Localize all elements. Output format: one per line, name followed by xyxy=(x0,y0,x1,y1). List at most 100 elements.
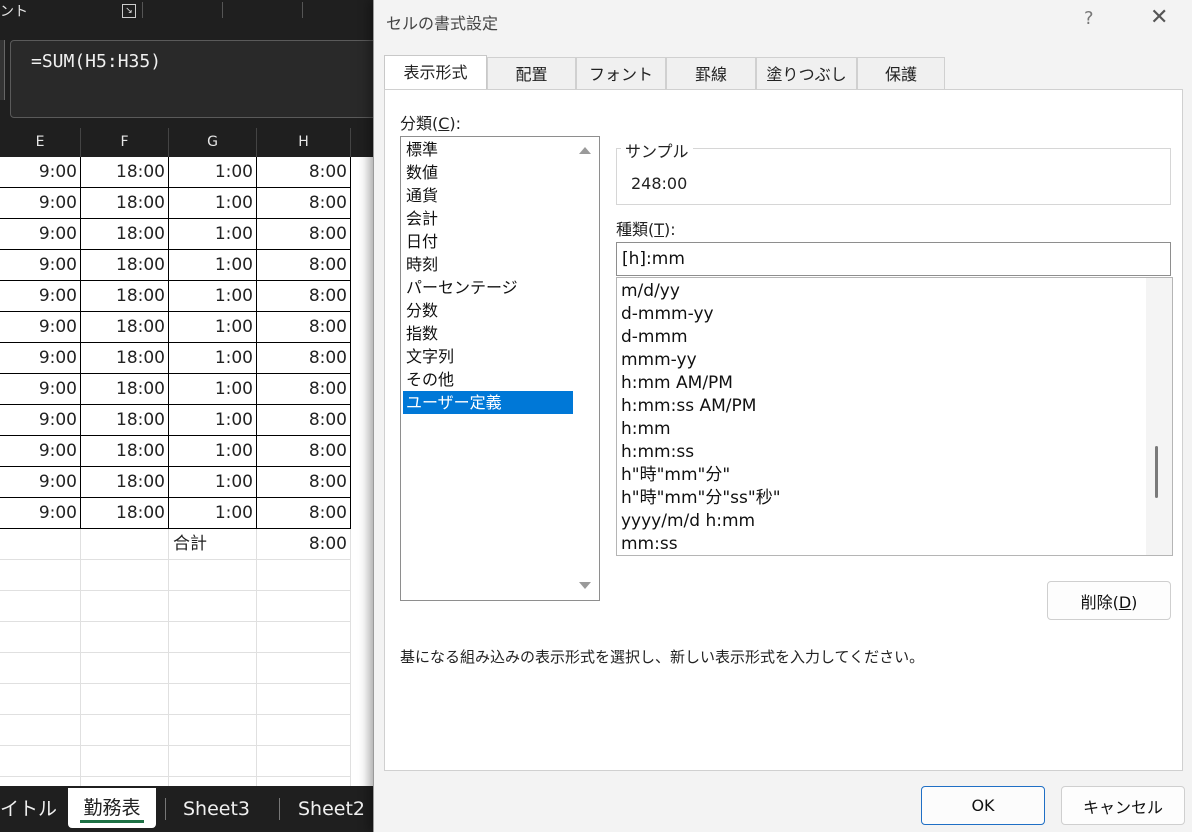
cell[interactable] xyxy=(81,715,169,746)
scroll-down-icon[interactable] xyxy=(579,582,591,589)
column-header-h[interactable]: H xyxy=(257,128,351,157)
cell[interactable] xyxy=(81,560,169,591)
cell[interactable]: 18:00 xyxy=(81,281,169,312)
category-item[interactable]: 数値 xyxy=(403,161,573,184)
cancel-button[interactable]: キャンセル xyxy=(1061,786,1185,825)
scrollbar-thumb[interactable] xyxy=(1155,446,1158,498)
cell[interactable]: 1:00 xyxy=(169,436,257,467)
cell[interactable]: 1:00 xyxy=(169,374,257,405)
format-code-item[interactable]: m/d/yy xyxy=(621,280,680,303)
close-icon[interactable]: ✕ xyxy=(1150,5,1168,30)
category-item[interactable]: 時刻 xyxy=(403,253,573,276)
cell[interactable]: 8:00 xyxy=(257,281,351,312)
cell[interactable]: 1:00 xyxy=(169,157,257,188)
cell[interactable]: 18:00 xyxy=(81,405,169,436)
format-code-item[interactable]: h"時"mm"分"ss"秒" xyxy=(621,487,781,510)
cell[interactable]: 9:00 xyxy=(0,436,81,467)
scroll-up-icon[interactable] xyxy=(579,147,591,154)
cell[interactable] xyxy=(81,746,169,777)
category-item[interactable]: その他 xyxy=(403,368,573,391)
cell[interactable] xyxy=(81,529,169,560)
cell[interactable]: 18:00 xyxy=(81,498,169,529)
cell[interactable]: 8:00 xyxy=(257,312,351,343)
cell[interactable]: 1:00 xyxy=(169,312,257,343)
format-code-item[interactable]: d-mmm-yy xyxy=(621,303,714,326)
cell[interactable]: 8:00 xyxy=(257,343,351,374)
cell[interactable]: 8:00 xyxy=(257,467,351,498)
cell[interactable] xyxy=(0,591,81,622)
category-item[interactable]: ユーザー定義 xyxy=(403,391,573,414)
sheet-tab-sheet2[interactable]: Sheet2 xyxy=(298,786,375,832)
cell[interactable] xyxy=(169,560,257,591)
cell[interactable]: 9:00 xyxy=(0,467,81,498)
cell[interactable] xyxy=(169,684,257,715)
formula-bar[interactable]: =SUM(H5:H35) xyxy=(10,40,375,118)
cell[interactable]: 8:00 xyxy=(257,188,351,219)
cell[interactable] xyxy=(169,653,257,684)
cell[interactable] xyxy=(169,622,257,653)
cell[interactable]: 8:00 xyxy=(257,374,351,405)
tab-number[interactable]: 表示形式 xyxy=(384,55,487,91)
cell[interactable]: 8:00 xyxy=(257,219,351,250)
format-code-item[interactable]: mmm-yy xyxy=(621,349,697,372)
cell[interactable]: 18:00 xyxy=(81,467,169,498)
sheet-tab-sheet3[interactable]: Sheet3 xyxy=(183,786,263,832)
total-label-cell[interactable]: 合計 xyxy=(169,529,257,560)
cell[interactable] xyxy=(169,746,257,777)
cell[interactable] xyxy=(169,591,257,622)
cell[interactable]: 18:00 xyxy=(81,343,169,374)
cell[interactable] xyxy=(0,622,81,653)
category-list[interactable]: 標準 数値 通貨 会計 日付 時刻 パーセンテージ 分数 指数 文字列 その他 ユーザー定義 xyxy=(400,136,600,601)
cell[interactable]: 18:00 xyxy=(81,436,169,467)
cell[interactable]: 18:00 xyxy=(81,219,169,250)
cell[interactable]: 8:00 xyxy=(257,157,351,188)
cell[interactable]: 8:00 xyxy=(257,436,351,467)
cell[interactable] xyxy=(0,560,81,591)
category-item[interactable]: 会計 xyxy=(403,207,573,230)
cell[interactable] xyxy=(257,684,351,715)
cell[interactable]: 9:00 xyxy=(0,281,81,312)
cell[interactable] xyxy=(257,653,351,684)
cell[interactable] xyxy=(81,684,169,715)
column-header-f[interactable]: F xyxy=(81,128,169,157)
tab-border[interactable]: 罫線 xyxy=(666,57,756,90)
sheet-tab-title[interactable]: イトル xyxy=(0,786,62,832)
cell[interactable] xyxy=(0,653,81,684)
cell[interactable]: 18:00 xyxy=(81,188,169,219)
cell[interactable] xyxy=(169,715,257,746)
cell[interactable] xyxy=(257,591,351,622)
format-list-scrollbar[interactable] xyxy=(1146,278,1172,555)
tab-alignment[interactable]: 配置 xyxy=(487,57,576,90)
format-code-item[interactable]: h:mm AM/PM xyxy=(621,372,733,395)
category-item[interactable]: 通貨 xyxy=(403,184,573,207)
cell[interactable] xyxy=(0,529,81,560)
format-code-list[interactable]: m/d/yy d-mmm-yy d-mmm mmm-yy h:mm AM/PM h:mm:… xyxy=(616,277,1173,556)
format-code-item[interactable]: d-mmm xyxy=(621,326,688,349)
cell[interactable] xyxy=(257,622,351,653)
category-item[interactable]: 日付 xyxy=(403,230,573,253)
cell[interactable]: 1:00 xyxy=(169,188,257,219)
tab-protection[interactable]: 保護 xyxy=(857,57,945,90)
cell[interactable]: 8:00 xyxy=(257,250,351,281)
cell[interactable] xyxy=(0,715,81,746)
column-header-e[interactable]: E xyxy=(0,128,81,157)
category-item[interactable]: 標準 xyxy=(403,138,573,161)
format-code-item[interactable]: mm:ss xyxy=(621,533,678,556)
cell[interactable] xyxy=(0,684,81,715)
format-code-item[interactable]: h:mm:ss xyxy=(621,441,694,464)
cell[interactable]: 18:00 xyxy=(81,374,169,405)
cell[interactable]: 9:00 xyxy=(0,188,81,219)
delete-button[interactable]: 削除(D) xyxy=(1047,581,1171,620)
total-value-cell[interactable]: 8:00 xyxy=(257,529,351,560)
cell[interactable]: 9:00 xyxy=(0,219,81,250)
cell[interactable]: 9:00 xyxy=(0,250,81,281)
cell[interactable]: 9:00 xyxy=(0,405,81,436)
cell[interactable] xyxy=(81,591,169,622)
cell[interactable]: 9:00 xyxy=(0,498,81,529)
dialog-launcher-icon[interactable]: ↘ xyxy=(122,4,136,18)
format-code-item[interactable]: h:mm xyxy=(621,418,671,441)
tab-fill[interactable]: 塗りつぶし xyxy=(756,57,857,90)
cell[interactable] xyxy=(257,560,351,591)
cell[interactable]: 8:00 xyxy=(257,498,351,529)
category-item[interactable]: 分数 xyxy=(403,299,573,322)
